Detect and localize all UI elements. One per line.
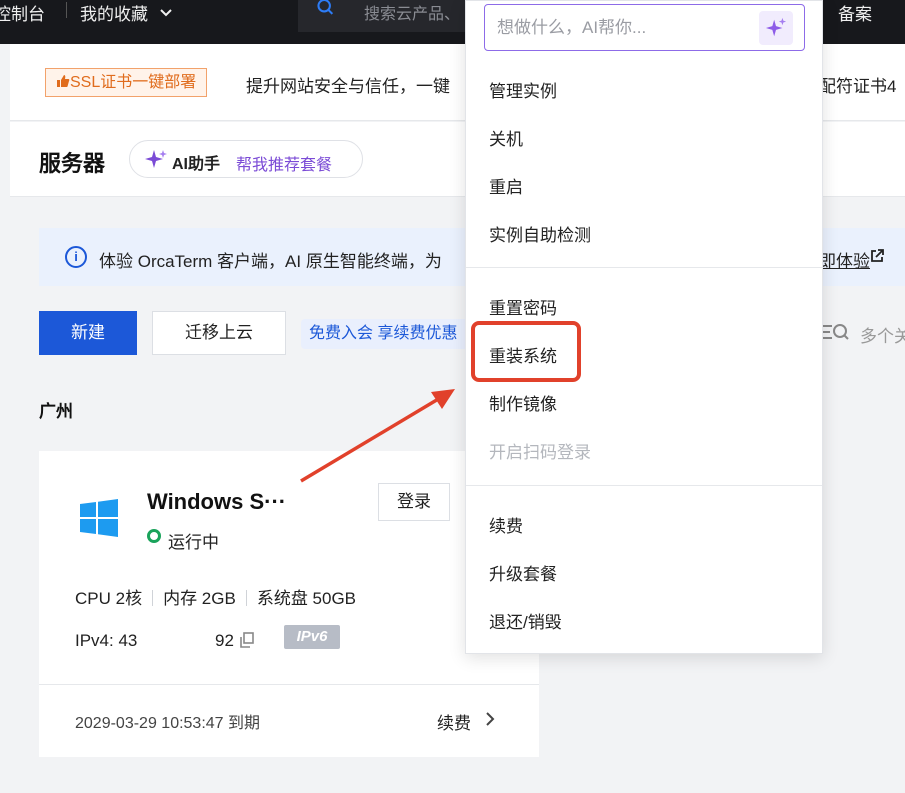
filter-search-icon[interactable] bbox=[822, 323, 850, 343]
ai-command-box bbox=[484, 4, 805, 51]
menu-item-manage-instance[interactable]: 管理实例 bbox=[489, 77, 557, 102]
ai-submit-button[interactable] bbox=[759, 11, 793, 45]
ipv4-address-tail: 92 bbox=[215, 631, 234, 650]
instance-name[interactable]: Windows S··· bbox=[147, 489, 286, 515]
menu-divider bbox=[466, 485, 822, 486]
page-title: 服务器 bbox=[39, 151, 106, 176]
filter-input-placeholder[interactable]: 多个关 bbox=[860, 322, 905, 347]
search-icon bbox=[317, 0, 334, 15]
ipv6-badge: IPv6 bbox=[284, 625, 340, 649]
ai-assistant-button[interactable]: AI助手 帮我推荐套餐 bbox=[129, 140, 363, 178]
cpu-spec: CPU 2核 bbox=[75, 589, 143, 608]
nav-console-link[interactable]: 控制台 bbox=[0, 0, 45, 25]
menu-divider bbox=[466, 267, 822, 268]
chevron-down-icon bbox=[160, 9, 172, 17]
menu-item-refund-destroy[interactable]: 退还/销毁 bbox=[489, 608, 562, 633]
card-divider bbox=[39, 684, 539, 685]
menu-item-self-check[interactable]: 实例自助检测 bbox=[489, 221, 591, 246]
ai-assistant-label: AI助手 bbox=[172, 156, 221, 173]
menu-item-shutdown[interactable]: 关机 bbox=[489, 125, 523, 150]
menu-item-create-image[interactable]: 制作镜像 bbox=[489, 390, 557, 415]
ssl-tag[interactable]: SSL证书一键部署 bbox=[45, 68, 208, 97]
disk-spec: 系统盘 50GB bbox=[256, 589, 357, 608]
memory-spec: 内存 2GB bbox=[163, 589, 236, 608]
menu-item-reset-password[interactable]: 重置密码 bbox=[489, 294, 557, 319]
nav-icp-link[interactable]: 备案 bbox=[838, 0, 872, 25]
sparkle-icon bbox=[765, 17, 787, 37]
windows-logo-icon bbox=[80, 499, 118, 537]
notice-try-link[interactable]: 即体验 bbox=[819, 247, 870, 272]
menu-item-restart[interactable]: 重启 bbox=[489, 173, 523, 198]
search-placeholder: 搜索云产品、 bbox=[364, 6, 461, 23]
instance-card: Windows S··· 运行中 登录 CPU 2核 内存 2GB 系统盘 50GB… bbox=[39, 451, 539, 757]
ipv4-address: IPv4: 43 bbox=[75, 631, 138, 650]
membership-promo[interactable]: 免费入会 享续费优惠 bbox=[301, 319, 471, 349]
nav-favorites-menu[interactable]: 我的收藏 bbox=[80, 0, 173, 25]
spec-divider bbox=[245, 590, 247, 606]
login-button[interactable]: 登录 bbox=[378, 483, 450, 521]
migrate-button[interactable]: 迁移上云 bbox=[152, 311, 286, 355]
banner-text-tail: 配符证书4 bbox=[819, 77, 897, 96]
global-search[interactable]: 搜索云产品、 bbox=[298, 0, 488, 32]
ai-command-input[interactable] bbox=[497, 13, 747, 43]
ai-recommend-link: 帮我推荐套餐 bbox=[236, 157, 333, 174]
banner-text: 提升网站安全与信任，一键 bbox=[246, 77, 450, 96]
sparkle-icon bbox=[145, 150, 167, 168]
menu-item-qr-login: 开启扫码登录 bbox=[489, 443, 591, 462]
highlight-box bbox=[471, 321, 581, 382]
menu-item-renew[interactable]: 续费 bbox=[489, 512, 523, 537]
spec-divider bbox=[152, 590, 154, 606]
menu-item-upgrade-plan[interactable]: 升级套餐 bbox=[489, 560, 557, 585]
region-heading: 广州 bbox=[39, 402, 73, 421]
running-status-icon bbox=[147, 529, 161, 543]
thumbs-up-icon bbox=[57, 75, 70, 87]
notice-text: 体验 OrcaTerm 客户端，AI 原生智能终端，为 bbox=[99, 252, 442, 271]
expire-date: 2029-03-29 10:53:47 到期 bbox=[75, 715, 261, 732]
ssl-tag-label: SSL证书一键部署 bbox=[70, 74, 197, 91]
new-instance-button[interactable]: 新建 bbox=[39, 311, 137, 355]
nav-separator bbox=[66, 2, 67, 18]
instance-specs: CPU 2核 内存 2GB 系统盘 50GB bbox=[75, 584, 356, 609]
chevron-right-icon[interactable] bbox=[485, 712, 495, 726]
nav-favorites-label: 我的收藏 bbox=[80, 5, 148, 24]
info-icon: i bbox=[65, 246, 87, 268]
renew-link[interactable]: 续费 bbox=[437, 709, 471, 734]
copy-icon[interactable] bbox=[240, 632, 254, 648]
external-link-icon bbox=[871, 249, 884, 262]
instance-status: 运行中 bbox=[168, 533, 219, 552]
